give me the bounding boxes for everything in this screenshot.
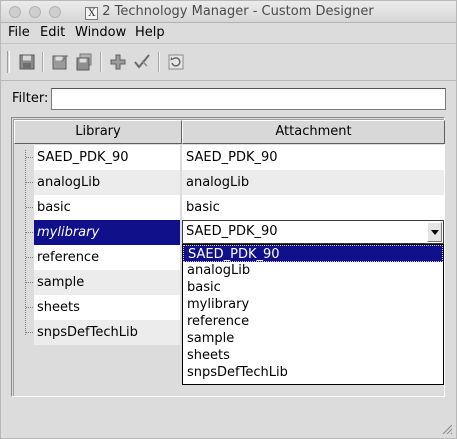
attachment-cell-analoglib[interactable]: analogLib xyxy=(182,170,444,195)
library-cell-saed-pdk-90[interactable]: SAED_PDK_90 xyxy=(34,145,180,170)
library-cell-sample[interactable]: sample xyxy=(34,270,180,295)
window-title: X2 Technology Manager - Custom Designer xyxy=(1,4,456,20)
column-header-attachment[interactable]: Attachment xyxy=(182,120,445,144)
library-cell-analoglib[interactable]: analogLib xyxy=(34,170,180,195)
filter-label: Filter: xyxy=(12,91,49,106)
resize-grip-icon[interactable] xyxy=(441,423,453,435)
combobox-value: SAED_PDK_90 xyxy=(186,224,278,239)
title-bar[interactable]: X2 Technology Manager - Custom Designer xyxy=(1,1,456,23)
library-cell-snpsdeftechlib[interactable]: snpsDefTechLib xyxy=(34,320,180,345)
menu-window[interactable]: Window xyxy=(75,25,126,40)
library-table: Library Attachment SAED_PDK_90 SAED_PDK_… xyxy=(11,117,445,397)
check-icon[interactable] xyxy=(132,52,152,72)
column-header-library[interactable]: Library xyxy=(14,120,182,144)
toolbar-separator xyxy=(158,52,160,72)
menu-edit[interactable]: Edit xyxy=(40,25,65,40)
dropdown-option-saed-pdk-90[interactable]: SAED_PDK_90 xyxy=(183,245,443,262)
library-cell-sheets[interactable]: sheets xyxy=(34,295,180,320)
add-icon[interactable] xyxy=(108,52,128,72)
attachment-cell-saed-pdk-90[interactable]: SAED_PDK_90 xyxy=(182,145,444,170)
filter-input[interactable] xyxy=(51,88,446,110)
attachment-combobox[interactable]: SAED_PDK_90 xyxy=(182,220,444,244)
dropdown-option-mylibrary[interactable]: mylibrary xyxy=(183,296,443,313)
dropdown-option-analoglib[interactable]: analogLib xyxy=(183,262,443,279)
toolbar-separator xyxy=(100,52,102,72)
refresh-icon[interactable] xyxy=(166,52,186,72)
dropdown-option-reference[interactable]: reference xyxy=(183,313,443,330)
attachment-cell-basic[interactable]: basic xyxy=(182,195,444,220)
save-icon[interactable] xyxy=(17,52,37,72)
toolbar-grip[interactable] xyxy=(7,51,10,73)
save-all-icon[interactable] xyxy=(74,52,94,72)
library-cell-reference[interactable]: reference xyxy=(34,245,180,270)
chevron-down-icon[interactable] xyxy=(427,222,442,242)
attachment-dropdown-list: SAED_PDK_90 analogLib basic mylibrary re… xyxy=(182,244,444,385)
menu-file[interactable]: File xyxy=(8,25,30,40)
window-title-text: 2 Technology Manager - Custom Designer xyxy=(102,4,374,19)
x11-logo-icon: X xyxy=(85,7,99,20)
library-cell-mylibrary[interactable]: mylibrary xyxy=(34,220,180,245)
menu-bar: File Edit Window Help xyxy=(1,23,456,43)
menu-help[interactable]: Help xyxy=(135,25,165,40)
dropdown-option-sheets[interactable]: sheets xyxy=(183,347,443,364)
save-as-icon[interactable] xyxy=(50,52,70,72)
dropdown-option-sample[interactable]: sample xyxy=(183,330,443,347)
dropdown-option-basic[interactable]: basic xyxy=(183,279,443,296)
dropdown-option-snpsdeftechlib[interactable]: snpsDefTechLib xyxy=(183,364,443,381)
table-body: Library Attachment SAED_PDK_90 SAED_PDK_… xyxy=(13,119,445,396)
application-window: X2 Technology Manager - Custom Designer … xyxy=(0,0,457,439)
toolbar-separator xyxy=(42,52,44,72)
library-cell-basic[interactable]: basic xyxy=(34,195,180,220)
toolbar xyxy=(1,43,456,81)
